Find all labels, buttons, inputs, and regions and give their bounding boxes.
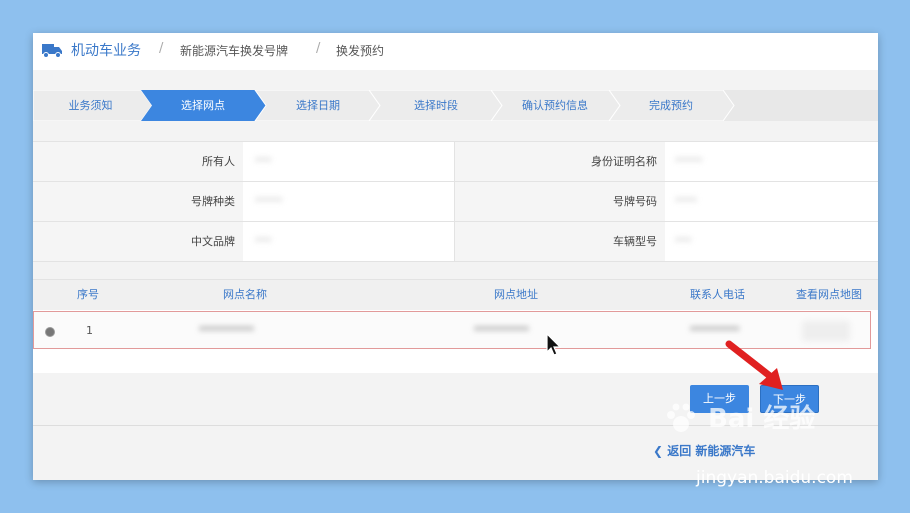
brand-label: 中文品牌 — [33, 222, 243, 261]
plate-type-value: ***** — [255, 195, 283, 208]
truck-icon — [42, 44, 62, 58]
col-view-map: 查看网点地图 — [796, 288, 862, 301]
mouse-cursor-icon — [546, 333, 562, 356]
step-progress: 业务须知 选择网点 选择日期 选择时段 确认预约信息 完成预约 — [33, 90, 878, 121]
plate-number-label: 号牌号码 — [455, 182, 665, 221]
view-map-button[interactable] — [802, 321, 850, 341]
row-outlet-name: ********** — [199, 324, 254, 337]
info-row: 所有人 *** 身份证明名称 ***** — [33, 141, 878, 181]
back-link-label: 返回 新能源汽车 — [667, 444, 756, 458]
model-label: 车辆型号 — [455, 222, 665, 261]
paw-icon — [667, 403, 695, 432]
vehicle-info-table: 所有人 *** 身份证明名称 ***** 号牌种类 ***** 号牌号码 ***… — [33, 141, 878, 262]
chevron-left-icon: ❮ — [653, 444, 668, 458]
breadcrumb-separator: / — [316, 41, 321, 56]
step-select-outlet: 选择网点 — [181, 99, 225, 112]
red-arrow-icon — [725, 340, 783, 390]
table-header: 序号 网点名称 网点地址 联系人电话 查看网点地图 — [33, 279, 878, 310]
row-outlet-address: ********** — [474, 324, 529, 337]
step-complete: 完成预约 — [649, 99, 693, 112]
info-row: 号牌种类 ***** 号牌号码 **** — [33, 181, 878, 221]
plate-number-value: **** — [675, 195, 697, 208]
column-divider — [454, 141, 455, 261]
breadcrumb-nev-plate[interactable]: 新能源汽车换发号牌 — [180, 42, 288, 59]
id-type-label: 身份证明名称 — [455, 142, 665, 181]
brand-value: *** — [255, 235, 272, 248]
watermark-url: jingyan.baidu.com — [696, 468, 853, 488]
step-select-date: 选择日期 — [296, 99, 340, 112]
model-value: *** — [675, 235, 692, 248]
col-index: 序号 — [77, 288, 99, 301]
col-outlet-address: 网点地址 — [494, 288, 538, 301]
back-link[interactable]: ❮ 返回 新能源汽车 — [653, 442, 755, 459]
outlet-radio[interactable] — [45, 327, 55, 337]
breadcrumb-separator: / — [159, 41, 164, 56]
plate-type-label: 号牌种类 — [33, 182, 243, 221]
breadcrumb: 机动车业务 / 新能源汽车换发号牌 / 换发预约 — [33, 33, 878, 70]
watermark-text: Bai 经验 — [708, 404, 816, 434]
owner-label: 所有人 — [33, 142, 243, 181]
baidu-watermark: Bai 经验 — [663, 398, 815, 438]
info-row: 中文品牌 *** 车辆型号 *** — [33, 221, 878, 262]
step-confirm-info: 确认预约信息 — [522, 99, 588, 112]
row-index: 1 — [86, 324, 93, 337]
step-select-time: 选择时段 — [414, 99, 458, 112]
col-outlet-name: 网点名称 — [223, 288, 267, 301]
breadcrumb-appointment: 换发预约 — [336, 44, 385, 58]
breadcrumb-motor-vehicle[interactable]: 机动车业务 — [71, 40, 141, 60]
step-business-notice: 业务须知 — [68, 99, 113, 112]
id-type-value: ***** — [675, 155, 703, 168]
owner-value: *** — [255, 155, 272, 168]
col-contact-phone: 联系人电话 — [690, 288, 745, 301]
